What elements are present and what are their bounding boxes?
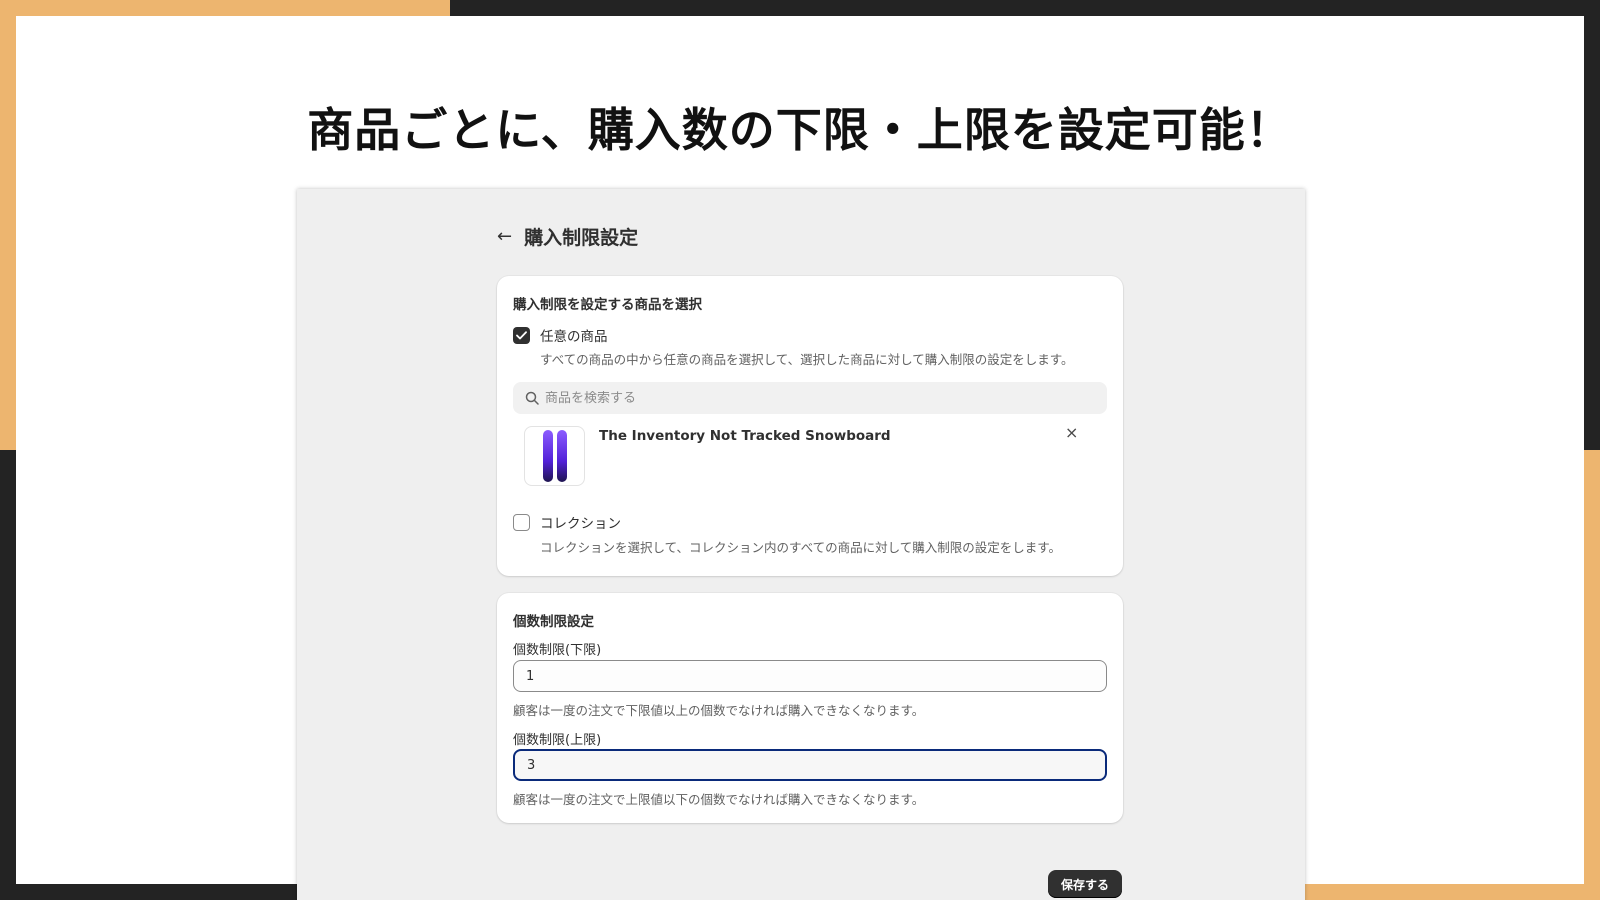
slide: 商品ごとに、購入数の下限・上限を設定可能！ ← 購入制限設定 購入制限を設定する…: [16, 16, 1584, 900]
quantity-limit-card: 個数制限設定 個数制限(下限) 顧客は一度の注文で下限値以上の個数でなければ購入…: [497, 593, 1123, 823]
save-button[interactable]: 保存する: [1048, 870, 1122, 898]
min-limit-input[interactable]: [513, 660, 1107, 692]
min-limit-help: 顧客は一度の注文で下限値以上の個数でなければ購入できなくなります。: [513, 703, 925, 718]
selected-product-name: The Inventory Not Tracked Snowboard: [599, 428, 891, 444]
product-card-title: 購入制限を設定する商品を選択: [513, 297, 702, 313]
snowboard-image-left: [542, 430, 553, 482]
collection-help: コレクションを選択して、コレクション内のすべての商品に対して購入制限の設定をしま…: [540, 540, 1062, 555]
max-limit-label: 個数制限(上限): [513, 733, 602, 748]
min-limit-label: 個数制限(下限): [513, 643, 602, 658]
remove-product-icon[interactable]: ×: [1065, 423, 1078, 442]
back-arrow-icon[interactable]: ←: [497, 227, 512, 246]
slide-headline: 商品ごとに、購入数の下限・上限を設定可能！: [307, 103, 1293, 157]
limit-card-title: 個数制限設定: [513, 614, 594, 630]
page-title: 購入制限設定: [524, 227, 639, 249]
snowboard-image-right: [556, 430, 567, 482]
search-icon: [525, 391, 539, 405]
product-search[interactable]: [513, 382, 1107, 414]
app-screenshot: ← 購入制限設定 購入制限を設定する商品を選択 任意の商品 すべての商品の中から…: [297, 189, 1305, 900]
product-search-input[interactable]: [545, 390, 1085, 406]
collection-option[interactable]: コレクション: [513, 512, 621, 532]
product-thumbnail: [524, 426, 585, 486]
any-product-checkbox[interactable]: [513, 326, 530, 344]
product-selection-card: 購入制限を設定する商品を選択 任意の商品 すべての商品の中から任意の商品を選択し…: [497, 276, 1123, 576]
any-product-label: 任意の商品: [540, 329, 608, 345]
any-product-option[interactable]: 任意の商品: [513, 325, 608, 345]
page-header: ← 購入制限設定: [497, 223, 638, 250]
collection-checkbox[interactable]: [513, 513, 530, 531]
max-limit-input[interactable]: [513, 749, 1107, 781]
any-product-help: すべての商品の中から任意の商品を選択して、選択した商品に対して購入制限の設定をし…: [540, 352, 1074, 367]
collection-label: コレクション: [540, 516, 621, 532]
max-limit-help: 顧客は一度の注文で上限値以下の個数でなければ購入できなくなります。: [513, 792, 925, 807]
checkmark-icon: [516, 330, 527, 339]
